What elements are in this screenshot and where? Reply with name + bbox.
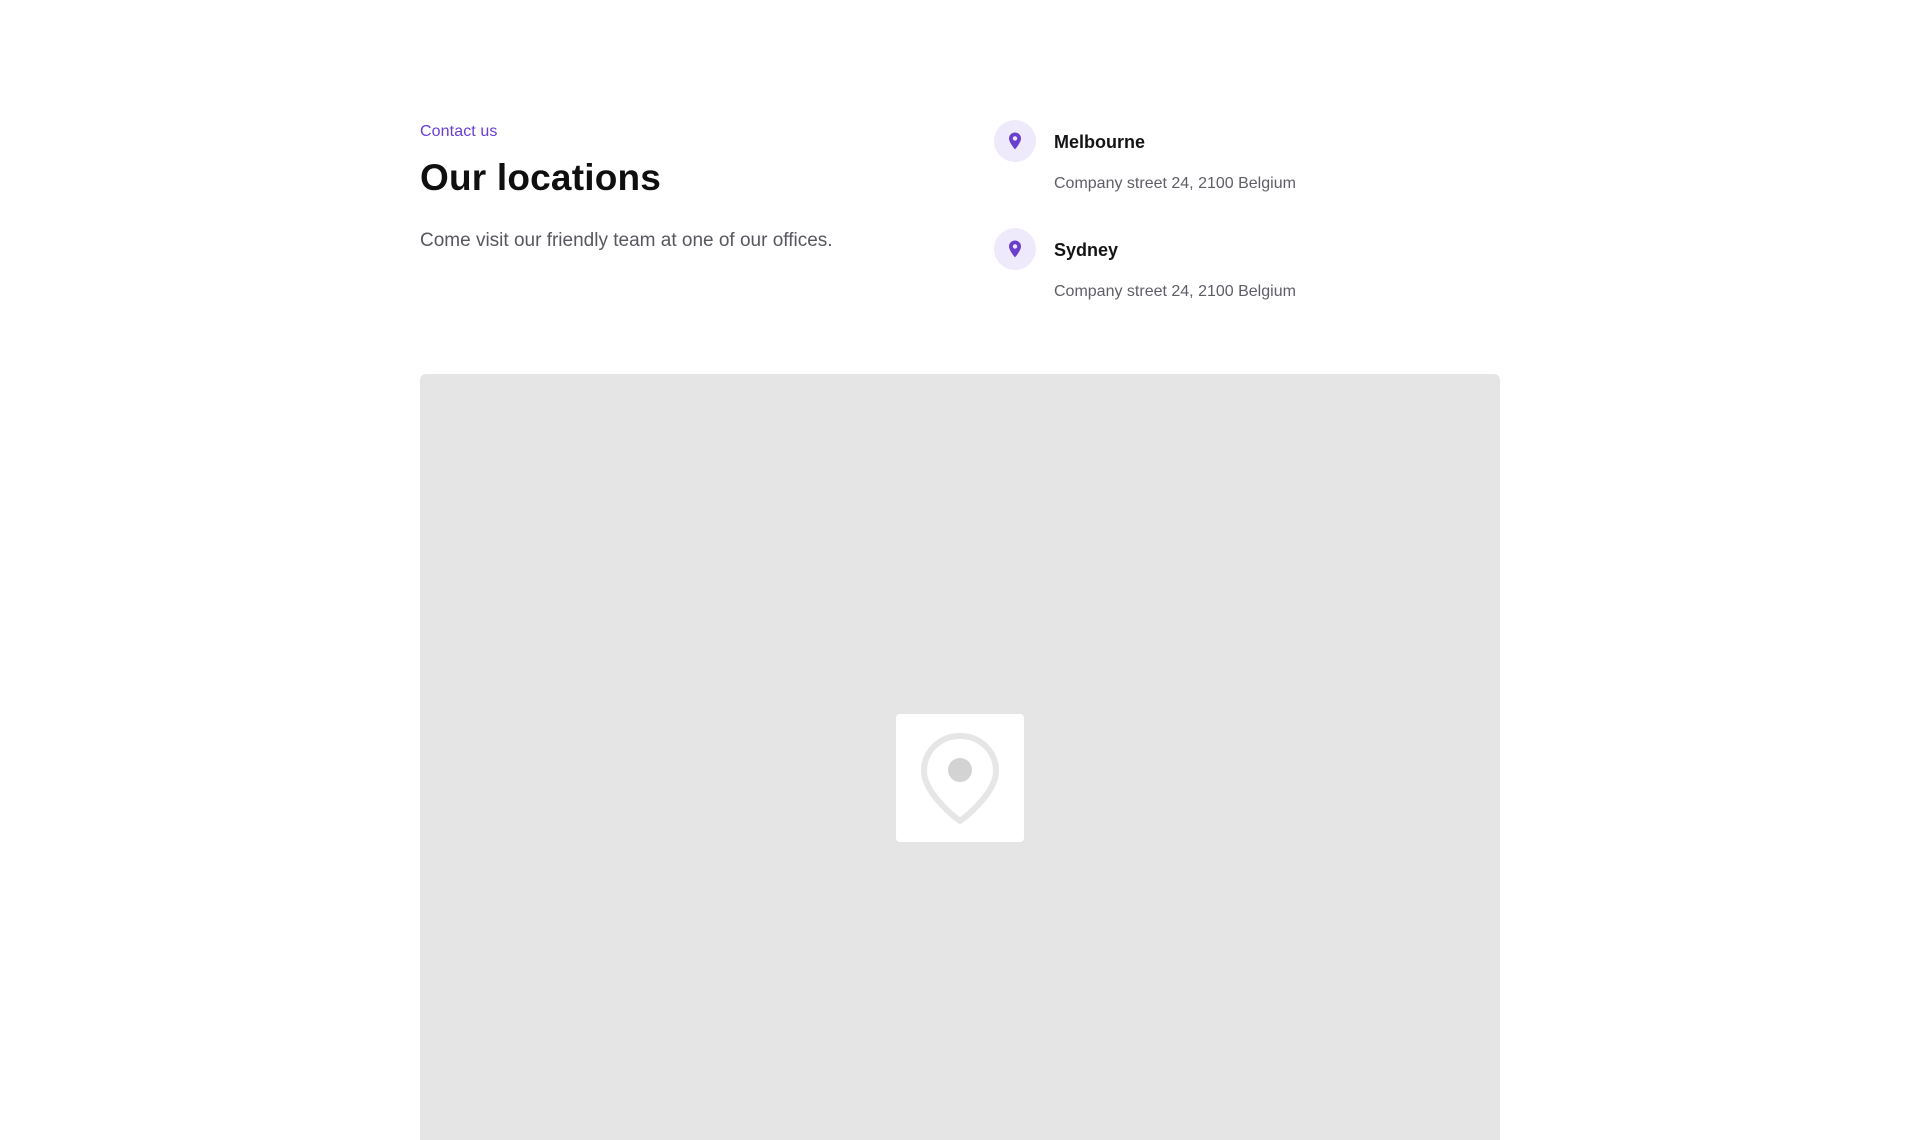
location-address: Company street 24, 2100 Belgium: [1054, 283, 1296, 300]
page: Contact us Our locations Come visit our …: [0, 0, 1920, 1140]
section-eyebrow: Contact us: [420, 123, 498, 140]
page-title: Our locations: [420, 157, 662, 198]
location-name: Melbourne: [1054, 132, 1146, 152]
location-address: Company street 24, 2100 Belgium: [1054, 175, 1296, 192]
contact-intro: Contact us Our locations Come visit our …: [420, 122, 940, 254]
map-placeholder-pin-icon: [921, 733, 999, 824]
map-pin-icon: [994, 228, 1036, 270]
map-placeholder: [896, 714, 1024, 842]
location-name: Sydney: [1054, 240, 1119, 260]
map-embed[interactable]: [420, 374, 1500, 1140]
section-lead: Come visit our friendly team at one of o…: [420, 230, 833, 251]
location-item-melbourne: Melbourne Company street 24, 2100 Belgiu…: [994, 120, 1494, 228]
locations-list: Melbourne Company street 24, 2100 Belgiu…: [994, 120, 1494, 336]
location-item-sydney: Sydney Company street 24, 2100 Belgium: [994, 228, 1494, 336]
map-pin-icon: [994, 120, 1036, 162]
